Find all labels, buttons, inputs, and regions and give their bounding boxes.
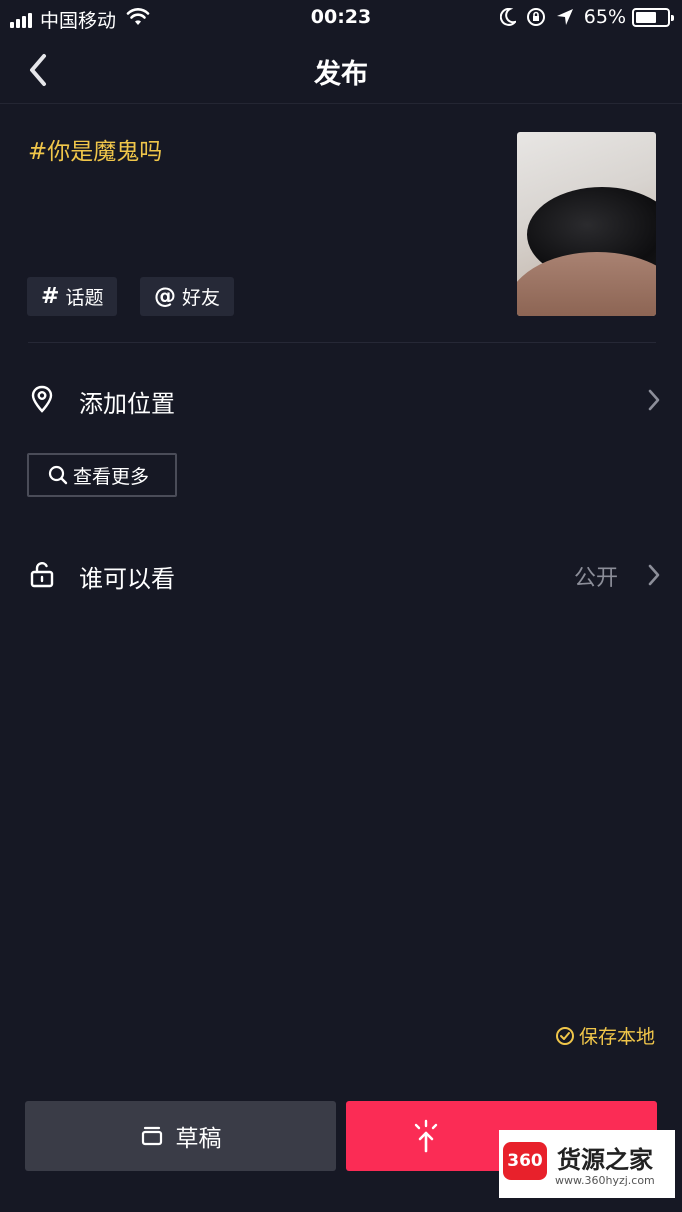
chevron-right-icon — [648, 564, 660, 586]
add-location-row[interactable]: 添加位置 — [0, 369, 682, 429]
visibility-label: 谁可以看 — [79, 565, 175, 593]
search-icon — [48, 465, 68, 485]
caption-text[interactable]: #你是魔鬼吗 — [28, 132, 162, 166]
see-more-label: 查看更多 — [73, 465, 150, 488]
at-icon: @ — [154, 284, 176, 309]
rotation-lock-icon — [526, 7, 546, 27]
upload-sparkle-icon — [414, 1119, 437, 1153]
friend-chip-label: 好友 — [182, 287, 221, 309]
page-title: 发布 — [314, 59, 368, 90]
draft-label: 草稿 — [175, 1126, 222, 1152]
location-arrow-icon — [556, 8, 574, 26]
divider — [28, 342, 656, 343]
save-local-label: 保存本地 — [578, 1026, 655, 1048]
hashtag-icon: # — [41, 284, 60, 309]
location-pin-icon — [31, 385, 53, 413]
status-right: 65% — [490, 6, 674, 28]
topic-chip-label: 话题 — [65, 287, 104, 309]
unlock-icon — [30, 562, 54, 588]
friend-chip[interactable]: @ 好友 — [140, 277, 235, 316]
watermark: 360 货源之家 www.360hyzj.com — [499, 1130, 675, 1198]
draft-button[interactable]: 草稿 — [25, 1101, 336, 1171]
moon-icon — [499, 8, 516, 26]
topic-chip[interactable]: # 话题 — [27, 277, 118, 316]
nav-bar: 发布 — [0, 36, 682, 104]
visibility-row[interactable]: 谁可以看 公开 — [0, 544, 682, 604]
visibility-value: 公开 — [573, 566, 618, 591]
video-thumbnail[interactable] — [517, 132, 656, 316]
watermark-logo: 360 — [503, 1142, 547, 1180]
see-more-button[interactable]: 查看更多 — [27, 453, 177, 497]
status-bar: 中国移动 00:23 65% — [0, 0, 682, 36]
battery-percent: 65% — [583, 6, 626, 28]
check-circle-icon — [555, 1026, 574, 1045]
add-location-label: 添加位置 — [79, 390, 175, 418]
watermark-name: 货源之家 — [557, 1146, 653, 1174]
watermark-url: www.360hyzj.com — [555, 1174, 655, 1187]
battery-icon — [632, 7, 674, 27]
save-local-toggle[interactable]: 保存本地 — [555, 1022, 655, 1049]
draft-box-icon — [141, 1126, 162, 1146]
chevron-right-icon — [648, 389, 660, 411]
